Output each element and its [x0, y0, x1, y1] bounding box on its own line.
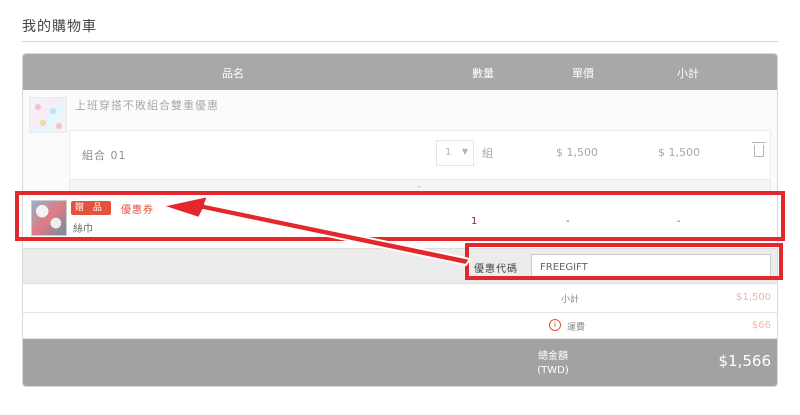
combo-label: 組合 01 — [82, 149, 127, 162]
shipping-value: $66 — [751, 320, 771, 331]
cart-table: 品名 數量 單價 小計 上班穿搭不敗組合雙重優惠 組合 01 1 ▼ 組 $ 1… — [22, 53, 778, 387]
header-name: 品名 — [222, 67, 244, 80]
subtotal-label: 小計 — [561, 295, 580, 305]
bundle-title[interactable]: 上班穿搭不敗組合雙重優惠 — [75, 97, 219, 113]
combo-unit: 組 — [482, 147, 493, 160]
gift-name[interactable]: 絲巾 — [73, 220, 93, 235]
page-title: 我的購物車 — [22, 19, 97, 35]
header-unit-price: 單價 — [572, 67, 594, 80]
subtotal-value: $1,500 — [736, 292, 771, 303]
combo-qty-value: 1 — [445, 147, 452, 158]
gift-unit-price: - — [566, 216, 570, 227]
total-bar: 總金額 (TWD) $1,566 — [23, 339, 777, 386]
bundle-thumbnail[interactable] — [29, 97, 67, 133]
total-currency: (TWD) — [537, 365, 569, 376]
combo-unit-price: $ 1,500 — [556, 146, 598, 159]
header-subtotal: 小計 — [677, 67, 699, 80]
total-label-text: 總金額 — [538, 351, 568, 362]
gift-subtotal: - — [677, 216, 681, 227]
trash-icon[interactable] — [752, 142, 766, 157]
gift-coupon-label: 優惠券 — [121, 205, 154, 216]
header-qty: 數量 — [472, 67, 494, 80]
gift-qty: 1 — [471, 216, 478, 227]
coupon-row: 優惠代碼 — [23, 248, 777, 284]
combo-subtotal: $ 1,500 — [658, 146, 700, 159]
coupon-code-input[interactable] — [531, 254, 771, 280]
info-icon[interactable]: i — [549, 319, 561, 331]
combo-row: 組合 01 1 ▼ 組 $ 1,500 $ 1,500 — [69, 130, 771, 180]
divider — [23, 312, 777, 313]
total-label: 總金額 (TWD) — [528, 350, 578, 378]
coupon-label: 優惠代碼 — [474, 264, 518, 275]
chevron-down-icon: ⌄ — [415, 180, 424, 191]
gift-thumbnail[interactable] — [31, 200, 67, 236]
gift-badge: 贈 品 — [71, 201, 111, 215]
chevron-down-icon: ▼ — [461, 147, 468, 156]
title-divider — [22, 41, 778, 42]
shipping-label: 運費 — [567, 323, 586, 333]
combo-qty-select[interactable]: 1 ▼ — [436, 140, 474, 166]
table-header: 品名 數量 單價 小計 — [23, 54, 777, 90]
gift-item-row: 贈 品 優惠券 絲巾 1 - - — [23, 194, 777, 248]
total-value: $1,566 — [718, 352, 772, 370]
